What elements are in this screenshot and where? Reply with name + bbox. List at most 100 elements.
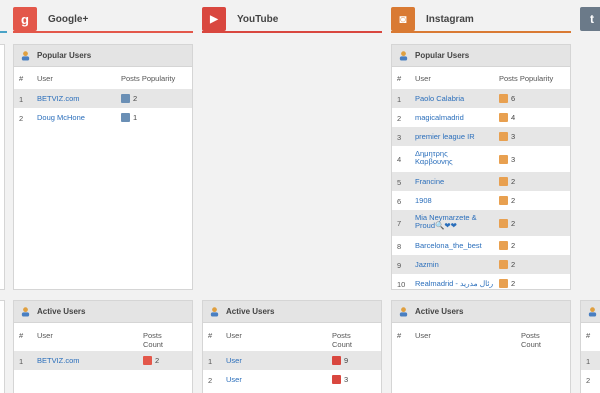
thumbs-up-icon — [499, 219, 508, 228]
user-link[interactable]: Δημητρης Καρβουνης — [415, 150, 471, 166]
panel-header: Popular Users — [14, 45, 192, 67]
youtube-column: ▶ YouTube Active Users # User Posts Coun… — [202, 0, 382, 393]
thumbs-up-icon — [499, 241, 508, 250]
panel-title: Popular Users — [37, 51, 92, 60]
google-plus-icon — [143, 356, 152, 365]
google-popular-users-panel: Popular Users # User Posts Popularity 1 … — [13, 44, 193, 290]
row-num: 1 — [19, 95, 24, 104]
google-plus-column: g Google+ Popular Users # User Posts Pop… — [13, 0, 193, 393]
user-link[interactable]: User — [226, 376, 242, 384]
user-link[interactable]: Mia Neymarzete & Proud🔍❤❤ — [415, 214, 487, 230]
table-row: 1 — [581, 351, 600, 370]
row-num: 4 — [397, 155, 402, 164]
table-row: 1 Paolo Calabria 6 — [392, 89, 570, 108]
popularity-value: 2 — [499, 279, 515, 288]
column-header-count: Posts Count — [332, 331, 353, 349]
users-icon — [399, 307, 408, 317]
table-header: # — [581, 323, 600, 351]
row-num: 2 — [19, 114, 24, 123]
panel-title: Popular Users — [415, 51, 470, 60]
tumblr-header: t — [580, 7, 600, 31]
column-header-count: Posts Count — [521, 331, 542, 349]
table-row: 2 User 3 — [203, 370, 381, 389]
users-icon — [210, 307, 219, 317]
row-num: 10 — [397, 280, 406, 289]
users-icon — [21, 51, 30, 61]
thumbs-up-icon — [499, 132, 508, 141]
user-link[interactable]: Realmadrid - رئال مدرید — [415, 280, 493, 288]
row-num: 3 — [397, 133, 402, 142]
table-row: 7 Mia Neymarzete & Proud🔍❤❤ 2 — [392, 210, 570, 236]
tumblr-icon[interactable]: t — [580, 7, 600, 31]
table-row: 8 Barcelona_the_best 2 — [392, 236, 570, 255]
count-value: 9 — [332, 356, 348, 365]
table-header: # User Posts Count — [203, 323, 381, 351]
instagram-column: ◙ Instagram Popular Users # User Posts P… — [391, 0, 571, 393]
user-link[interactable]: BETVIZ.com — [37, 95, 80, 103]
column-header-popularity: Posts Popularity — [121, 74, 176, 83]
row-num: 2 — [586, 376, 591, 385]
panel-header: Popular Users — [392, 45, 570, 67]
user-link[interactable]: 1908 — [415, 197, 432, 205]
users-icon — [588, 307, 597, 317]
column-header-num: # — [397, 74, 402, 83]
youtube-icon[interactable]: ▶ — [202, 7, 226, 31]
instagram-icon[interactable]: ◙ — [391, 7, 415, 31]
youtube-title: YouTube — [237, 13, 279, 25]
table-row: 2 Doug McHone 1 — [14, 108, 192, 127]
user-link[interactable]: User — [226, 357, 242, 365]
panel-title: Active Users — [226, 307, 275, 316]
popularity-value: 2 — [499, 177, 515, 186]
user-link[interactable]: Jazmin — [415, 261, 439, 269]
count-value: 2 — [143, 356, 159, 365]
user-link[interactable]: magicalmadrid — [415, 114, 464, 122]
column-header-count: Posts Count — [143, 331, 164, 349]
user-link[interactable]: premier league IR — [415, 133, 475, 141]
thumbs-up-icon — [499, 260, 508, 269]
row-num: 9 — [397, 261, 402, 270]
table-row: 5 Francine 2 — [392, 172, 570, 191]
column-header-user: User — [415, 74, 431, 83]
user-link[interactable]: Barcelona_the_best — [415, 242, 482, 250]
count-value: 3 — [332, 375, 348, 384]
user-link[interactable]: BETVIZ.com — [37, 357, 80, 365]
column-header-num: # — [208, 331, 213, 340]
instagram-title: Instagram — [426, 13, 474, 25]
column-header-user: User — [415, 331, 431, 340]
column-header-user: User — [37, 74, 53, 83]
user-link[interactable]: Doug McHone — [37, 114, 85, 122]
row-num: 1 — [19, 357, 24, 366]
youtube-icon — [332, 375, 341, 384]
row-num: 8 — [397, 242, 402, 251]
table-header: # User Posts Count — [14, 323, 192, 351]
panel-title: Active Users — [415, 307, 464, 316]
row-num: 1 — [586, 357, 591, 366]
google-plus-underline — [13, 31, 193, 33]
popularity-value: 2 — [121, 94, 137, 103]
previous-column-panel-fragment — [0, 300, 5, 393]
popularity-value: 2 — [499, 196, 515, 205]
column-header-num: # — [397, 331, 402, 340]
table-row: 6 1908 2 — [392, 191, 570, 210]
google-active-users-panel: Active Users # User Posts Count 1 BETVIZ… — [13, 300, 193, 393]
user-link[interactable]: Francine — [415, 178, 444, 186]
row-num: 6 — [397, 197, 402, 206]
youtube-underline — [202, 31, 382, 33]
popularity-value: 2 — [499, 241, 515, 250]
row-num: 5 — [397, 178, 402, 187]
panel-header: Active Users — [392, 301, 570, 323]
table-row: 1 BETVIZ.com 2 — [14, 89, 192, 108]
column-header-num: # — [19, 331, 24, 340]
user-link[interactable]: Paolo Calabria — [415, 95, 464, 103]
row-num: 2 — [397, 114, 402, 123]
thumbs-up-icon — [499, 177, 508, 186]
table-row: 2 magicalmadrid 4 — [392, 108, 570, 127]
row-num: 1 — [397, 95, 402, 104]
popularity-icon — [121, 113, 130, 122]
google-plus-icon[interactable]: g — [13, 7, 37, 31]
previous-column-panel-fragment — [0, 44, 5, 290]
column-header-popularity: Posts Popularity — [499, 74, 554, 83]
thumbs-up-icon — [499, 113, 508, 122]
instagram-active-users-panel: Active Users # User Posts Count — [391, 300, 571, 393]
panel-header: Active Users — [14, 301, 192, 323]
